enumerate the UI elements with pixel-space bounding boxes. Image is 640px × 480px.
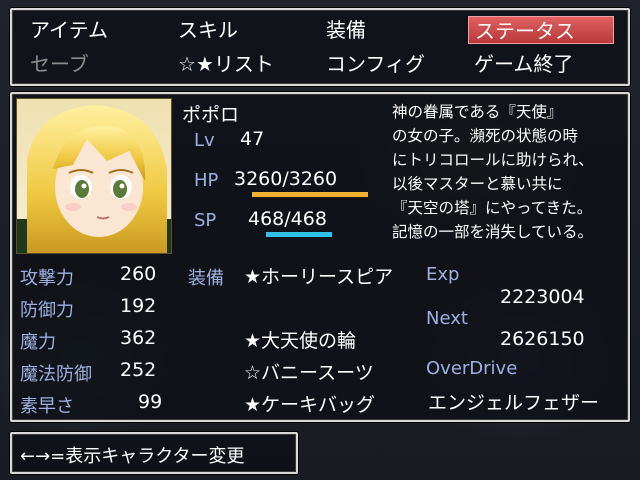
exp-value: 2223004 xyxy=(500,286,585,308)
stat-value-defense: 192 xyxy=(120,295,157,317)
stat-value-magic: 362 xyxy=(120,327,157,349)
stat-value-magic-defense: 252 xyxy=(120,359,157,381)
stat-value-attack: 260 xyxy=(120,263,157,285)
menu-item-save[interactable]: セーブ xyxy=(24,50,89,78)
menu-item-equip[interactable]: 装備 xyxy=(320,16,366,44)
equipment-slot-accessory: ★ケーキバッグ xyxy=(244,394,376,416)
sp-gauge xyxy=(266,232,332,237)
menu-item-config[interactable]: コンフィグ xyxy=(320,50,425,78)
sp-value: 468/468 xyxy=(248,208,327,230)
bio-line: 以後マスターと慕い共に xyxy=(392,175,563,193)
equipment-slot-weapon: ★ホーリースピア xyxy=(244,266,394,288)
menu-item-game-end[interactable]: ゲーム終了 xyxy=(468,50,573,78)
help-text: ←→=表示キャラクター変更 xyxy=(20,446,245,467)
character-name: ポポロ xyxy=(182,104,240,126)
command-menu-window: アイテム スキル 装備 ステータス セーブ ☆★リスト コンフィグ ゲーム終了 xyxy=(10,8,630,86)
portrait-image xyxy=(17,99,171,253)
status-window: ポポロ Lv 47 HP 3260/3260 SP 468/468 神の眷属であ… xyxy=(10,92,630,422)
sp-label: SP xyxy=(194,210,217,231)
menu-item-item[interactable]: アイテム xyxy=(24,16,108,44)
overdrive-label: OverDrive xyxy=(426,358,518,379)
equipment-label: 装備 xyxy=(188,268,224,289)
bio-line: にトリコロールに助けられ、 xyxy=(392,151,594,169)
help-window: ←→=表示キャラクター変更 xyxy=(10,432,298,474)
stat-label-defense: 防御力 xyxy=(20,300,74,321)
hp-value: 3260/3260 xyxy=(234,168,338,190)
menu-item-skill[interactable]: スキル xyxy=(172,16,238,44)
hp-label: HP xyxy=(194,170,219,191)
menu-item-status[interactable]: ステータス xyxy=(468,16,614,44)
bio-line: 記憶の一部を消失している。 xyxy=(392,223,594,241)
next-label: Next xyxy=(426,308,468,329)
stat-value-agility: 99 xyxy=(138,391,163,413)
level-value: 47 xyxy=(240,128,265,150)
next-value: 2626150 xyxy=(500,328,585,350)
stat-label-attack: 攻撃力 xyxy=(20,268,74,289)
equipment-slot-body: ☆バニースーツ xyxy=(244,362,374,384)
menu-item-star-list[interactable]: ☆★リスト xyxy=(172,50,274,78)
sp-gauge-fill xyxy=(266,232,332,237)
level-label: Lv xyxy=(194,130,215,151)
exp-label: Exp xyxy=(426,264,460,285)
hp-gauge-fill xyxy=(252,192,368,197)
character-portrait xyxy=(16,98,172,254)
stat-label-magic: 魔力 xyxy=(20,332,56,353)
equipment-slot-head: ★大天使の輪 xyxy=(244,330,357,352)
stat-label-agility: 素早さ xyxy=(20,396,74,417)
character-bio: 神の眷属である『天使』 の女の子。瀕死の状態の時 にトリコロールに助けられ、 以… xyxy=(392,100,628,244)
bio-line: の女の子。瀕死の状態の時 xyxy=(392,127,579,145)
bio-line: 神の眷属である『天使』 xyxy=(392,103,563,121)
overdrive-value: エンジェルフェザー xyxy=(428,392,600,414)
stat-label-magic-defense: 魔法防御 xyxy=(20,364,92,385)
hp-gauge xyxy=(252,192,368,197)
bio-line: 『天空の塔』にやってきた。 xyxy=(392,199,593,217)
